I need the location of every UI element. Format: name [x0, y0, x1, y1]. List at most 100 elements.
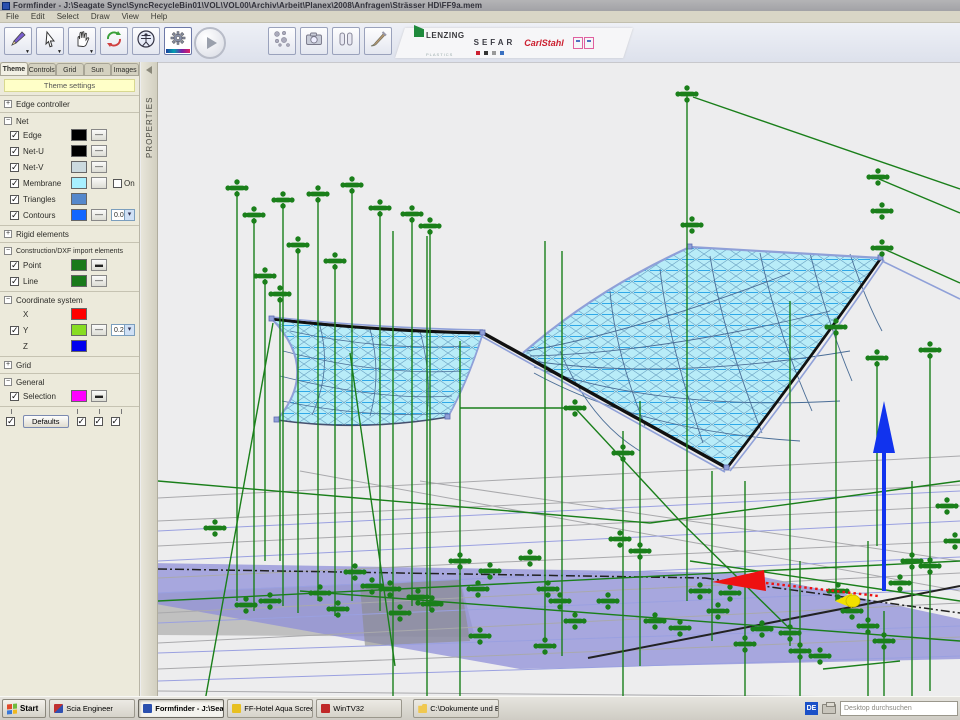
task-label: FF-Hotel Aqua Screensh...: [244, 704, 313, 713]
dropdown-arrow-icon[interactable]: ▼: [25, 49, 30, 55]
membrane-color-swatch[interactable]: [71, 177, 87, 189]
line-linestyle-button[interactable]: —: [91, 275, 107, 287]
net-v-linestyle-button[interactable]: —: [91, 161, 107, 173]
sefar-text: SEFAR: [474, 38, 516, 47]
membrane-right-sail[interactable]: [481, 247, 884, 472]
selection-checkbox[interactable]: [10, 392, 19, 401]
dropdown-arrow-icon[interactable]: ▼: [89, 49, 94, 55]
title-bar[interactable]: Formfinder - J:\Seagate Sync\SyncRecycle…: [0, 0, 960, 11]
collapse-arrow-icon[interactable]: [146, 66, 152, 74]
defaults-checkbox-3[interactable]: [94, 417, 103, 426]
selection-style-button[interactable]: ▬: [91, 390, 107, 402]
formfinder-app-window: Formfinder - J:\Seagate Sync\SyncRecycle…: [0, 0, 960, 720]
collapse-icon[interactable]: −: [4, 117, 12, 125]
x-axis-color-swatch[interactable]: [71, 308, 87, 320]
collapse-icon[interactable]: −: [4, 378, 12, 386]
selection-color-swatch[interactable]: [71, 390, 87, 402]
carlstahl-logo: CarlStahl: [524, 38, 564, 48]
contours-checkbox[interactable]: [10, 211, 19, 220]
line-checkbox[interactable]: [10, 277, 19, 286]
contours-linestyle-button[interactable]: —: [91, 209, 107, 221]
defaults-checkbox-4[interactable]: [111, 417, 120, 426]
task-scia-engineer[interactable]: Scia Engineer: [49, 699, 135, 718]
printer-icon[interactable]: [822, 704, 836, 714]
settings-gear-button[interactable]: [164, 27, 192, 55]
expand-icon[interactable]: +: [4, 100, 12, 108]
dropdown-arrow-icon[interactable]: ▼: [57, 49, 62, 55]
scia-icon: [54, 704, 63, 713]
contours-color-swatch[interactable]: [71, 209, 87, 221]
expand-icon[interactable]: +: [4, 361, 12, 369]
properties-strip[interactable]: PROPERTIES: [141, 62, 158, 696]
start-button[interactable]: Start: [2, 699, 46, 718]
edge-linestyle-button[interactable]: —: [91, 129, 107, 141]
menu-file[interactable]: File: [6, 12, 19, 21]
line-color-swatch[interactable]: [71, 275, 87, 287]
net-u-checkbox[interactable]: [10, 147, 19, 156]
vitruvian-button[interactable]: [132, 27, 160, 55]
membrane-style-button[interactable]: [91, 177, 107, 189]
tab-grid[interactable]: Grid: [56, 63, 84, 75]
row-label: Y: [23, 326, 67, 335]
defaults-checkbox-1[interactable]: [6, 417, 15, 426]
language-indicator[interactable]: DE: [805, 702, 818, 715]
sefar-squares-icon: [476, 51, 516, 55]
app-icon: [2, 2, 10, 10]
task-ff-hotel[interactable]: FF-Hotel Aqua Screensh...: [227, 699, 313, 718]
net-v-color-swatch[interactable]: [71, 161, 87, 173]
edge-color-swatch[interactable]: [71, 129, 87, 141]
pan-tool-button[interactable]: ▼: [68, 27, 96, 55]
edge-checkbox[interactable]: [10, 131, 19, 140]
menu-select[interactable]: Select: [57, 12, 79, 21]
row-y-axis: Y — 0.2: [4, 322, 139, 338]
defaults-button[interactable]: Defaults: [23, 415, 69, 428]
membrane-left-sail[interactable]: [272, 317, 483, 425]
section-label: Construction/DXF import elements: [16, 248, 123, 255]
membrane-on-checkbox[interactable]: [113, 179, 122, 188]
point-color-swatch[interactable]: [71, 259, 87, 271]
task-formfinder[interactable]: Formfinder - J:\Seaga...: [138, 699, 224, 718]
collapse-icon[interactable]: −: [4, 247, 12, 255]
tab-images[interactable]: Images: [111, 63, 139, 75]
menu-view[interactable]: View: [122, 12, 139, 21]
y-axis-value-dropdown[interactable]: 0.2: [111, 324, 135, 336]
row-contours: Contours — 0.05: [4, 207, 139, 223]
spools-button[interactable]: [332, 27, 360, 55]
tab-controls[interactable]: Controls: [28, 63, 56, 75]
triangles-color-swatch[interactable]: [71, 193, 87, 205]
section-coordinate-system: −Coordinate system X Y — 0.2 Z: [0, 291, 139, 356]
defaults-checkbox-2[interactable]: [77, 417, 86, 426]
membrane-checkbox[interactable]: [10, 179, 19, 188]
net-v-checkbox[interactable]: [10, 163, 19, 172]
point-style-button[interactable]: ▬: [91, 259, 107, 271]
contours-value-dropdown[interactable]: 0.05: [111, 209, 135, 221]
sponsor-logos: LENZING PLASTICS SEFAR CarlStahl: [406, 28, 636, 58]
molecules-button[interactable]: [268, 27, 296, 55]
viewport-3d[interactable]: [158, 62, 960, 696]
point-checkbox[interactable]: [10, 261, 19, 270]
triangles-checkbox[interactable]: [10, 195, 19, 204]
camera-button[interactable]: [300, 27, 328, 55]
task-explorer[interactable]: C:\Dokumente und Einst...: [413, 699, 499, 718]
tab-sun[interactable]: Sun: [84, 63, 112, 75]
net-u-color-swatch[interactable]: [71, 145, 87, 157]
play-button[interactable]: [194, 27, 226, 59]
collapse-icon[interactable]: −: [4, 296, 12, 304]
y-axis-checkbox[interactable]: [10, 326, 19, 335]
net-u-linestyle-button[interactable]: —: [91, 145, 107, 157]
paintbrush-button[interactable]: [364, 27, 392, 55]
section-rigid-elements: +Rigid elements: [0, 225, 139, 242]
menu-edit[interactable]: Edit: [31, 12, 45, 21]
expand-icon[interactable]: +: [4, 230, 12, 238]
menu-draw[interactable]: Draw: [91, 12, 110, 21]
rotate-view-button[interactable]: [100, 27, 128, 55]
task-wintv32[interactable]: WinTV32: [316, 699, 402, 718]
desktop-search-input[interactable]: Desktop durchsuchen: [840, 701, 958, 716]
draw-tool-button[interactable]: ▼: [4, 27, 32, 55]
z-axis-color-swatch[interactable]: [71, 340, 87, 352]
tab-theme[interactable]: Theme: [0, 62, 28, 75]
y-axis-color-swatch[interactable]: [71, 324, 87, 336]
menu-help[interactable]: Help: [151, 12, 167, 21]
select-tool-button[interactable]: ▼: [36, 27, 64, 55]
y-axis-style-button[interactable]: —: [91, 324, 107, 336]
